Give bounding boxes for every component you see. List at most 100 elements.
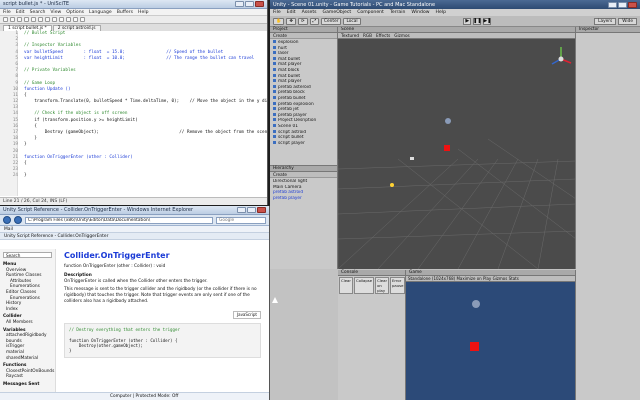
asteroid-object[interactable] (445, 118, 451, 124)
scene-bar-item[interactable]: Effects (376, 33, 390, 38)
scene-bar-item[interactable]: RGB (363, 33, 372, 38)
scale-tool-icon[interactable]: ⤢ (309, 17, 320, 25)
unity-titlebar[interactable]: Unity - Scene 01.unity - Game Tutorials … (270, 0, 640, 9)
menu-item[interactable]: Buffers (117, 10, 133, 15)
camera-object[interactable] (410, 157, 414, 160)
code-text: var heightLimit : float = 10.0; // The r… (24, 55, 255, 61)
forward-icon[interactable] (14, 216, 22, 224)
project-item[interactable]: script player (273, 140, 337, 147)
project-panel: Project Create explosion hurt laser mat bul… (270, 27, 338, 165)
search-input[interactable]: Google (216, 216, 266, 224)
game-panel: Game Standalone (1024x768) Maximize on P… (406, 270, 576, 400)
player-block-object[interactable] (444, 145, 450, 151)
close-file-icon[interactable] (24, 17, 29, 22)
redo-icon[interactable] (66, 17, 71, 22)
asset-icon (273, 101, 276, 105)
hand-tool-icon[interactable]: ✋ (273, 17, 285, 25)
save-icon[interactable] (17, 17, 22, 22)
project-item-label: prefab explosion (278, 101, 314, 107)
console-panel: Console Clear Collapse Clear on play Error … (338, 270, 406, 400)
find-icon[interactable] (73, 17, 78, 22)
doc-nav-item[interactable]: All Members (3, 320, 52, 326)
play-icon[interactable]: ▶ (463, 17, 472, 25)
maximize-icon[interactable] (245, 1, 254, 7)
step-icon[interactable]: ▶❚ (483, 17, 491, 25)
doc-nav-item[interactable]: sharedMaterial (3, 356, 52, 362)
menu-item[interactable]: Window (411, 10, 429, 15)
asset-icon (273, 118, 276, 122)
menu-item[interactable]: Edit (287, 10, 296, 15)
menu-item[interactable]: GameObject (323, 10, 352, 15)
code-text: // Game Loop (24, 80, 56, 86)
menu-item[interactable]: View (50, 10, 61, 15)
editor-titlebar[interactable]: script bullet.js * - UniSciTE (0, 0, 267, 9)
close-icon[interactable] (257, 207, 266, 213)
back-icon[interactable] (3, 216, 11, 224)
menu-item[interactable]: Component (357, 10, 384, 15)
browser-tab[interactable]: Unity Script Reference - Collider.OnTrig… (0, 233, 269, 240)
undo-icon[interactable] (59, 17, 64, 22)
asset-icon (273, 123, 276, 127)
menu-item[interactable]: Help (138, 10, 148, 15)
print-icon[interactable] (31, 17, 36, 22)
layers-dropdown[interactable]: Layers (594, 17, 617, 25)
scene-gizmo[interactable] (551, 47, 572, 65)
hierarchy-item[interactable]: prefab player (273, 196, 337, 202)
unity-toolbar: ✋ ✥ ⟳ ⤢ Center Local ▶ ❚❚ ▶❚ Layers Wide (270, 16, 640, 27)
layout-dropdown[interactable]: Wide (618, 17, 638, 25)
copy-icon[interactable] (45, 17, 50, 22)
doc-nav-item[interactable]: Index (3, 307, 52, 313)
doc-nav-item[interactable]: Raycast (3, 374, 52, 380)
browser-titlebar[interactable]: Unity Script Reference - Collider.OnTrig… (0, 206, 269, 215)
move-tool-icon[interactable]: ✥ (286, 17, 296, 25)
console-button[interactable]: Error pause (390, 277, 406, 294)
pause-icon[interactable]: ❚❚ (473, 17, 482, 25)
language-select[interactable]: JavaScript (232, 311, 261, 319)
console-button[interactable]: Clear on play (375, 277, 390, 294)
console-button[interactable]: Collapse (353, 277, 375, 294)
pivot-center-button[interactable]: Center (321, 17, 342, 25)
game-viewport[interactable] (406, 282, 575, 400)
doc-nav-item[interactable]: attachedRigidbody (3, 333, 52, 339)
minimize-icon[interactable] (608, 1, 617, 8)
asset-icon (273, 90, 276, 94)
menu-item[interactable]: Help (436, 10, 446, 15)
open-file-icon[interactable] (10, 17, 15, 22)
editor-toolbar (0, 16, 267, 24)
project-item-label: laser (278, 51, 289, 57)
scene-viewport[interactable] (338, 39, 576, 269)
scene-bar-item[interactable]: Gizmos (394, 33, 409, 38)
inspector-tab[interactable]: Inspector (576, 27, 640, 33)
doc-content: Collider.OnTriggerEnter function OnTrigg… (56, 249, 269, 392)
replace-icon[interactable] (80, 17, 85, 22)
menu-item[interactable]: Language (89, 10, 112, 15)
close-icon[interactable] (628, 1, 637, 8)
pivot-local-button[interactable]: Local (343, 17, 361, 25)
menu-item[interactable]: Terrain (390, 10, 406, 15)
new-file-icon[interactable] (3, 17, 8, 22)
scene-bar-item[interactable]: Textured (341, 33, 359, 38)
cut-icon[interactable] (38, 17, 43, 22)
menu-item[interactable]: Edit (16, 10, 25, 15)
description-detail: This message is sent to the trigger coll… (64, 287, 257, 304)
minimize-icon[interactable] (235, 1, 244, 7)
project-item-label: prefab asteroid (278, 84, 311, 90)
close-icon[interactable] (255, 1, 264, 7)
maximize-icon[interactable] (247, 207, 256, 213)
menu-item[interactable]: Assets (302, 10, 317, 15)
project-item-label: prefab bullet (278, 95, 306, 101)
menu-item[interactable]: Search (30, 10, 46, 15)
menu-item[interactable]: File (3, 10, 11, 15)
console-button[interactable]: Clear (339, 277, 353, 294)
menu-item[interactable]: File (273, 10, 281, 15)
paste-icon[interactable] (52, 17, 57, 22)
maximize-icon[interactable] (618, 1, 627, 8)
doc-search-input[interactable]: Search (3, 252, 52, 258)
light-object[interactable] (390, 183, 394, 187)
minimize-icon[interactable] (237, 207, 246, 213)
favorites-item-mail[interactable]: Mail (4, 227, 13, 232)
address-input[interactable]: C:\Program Files (x86)\Unity\Editor\Data… (25, 216, 213, 224)
rotate-tool-icon[interactable]: ⟳ (297, 17, 308, 25)
code-area[interactable]: 1// Bullet Script 2 3// Inspector Variable… (0, 31, 267, 196)
menu-item[interactable]: Options (66, 10, 84, 15)
